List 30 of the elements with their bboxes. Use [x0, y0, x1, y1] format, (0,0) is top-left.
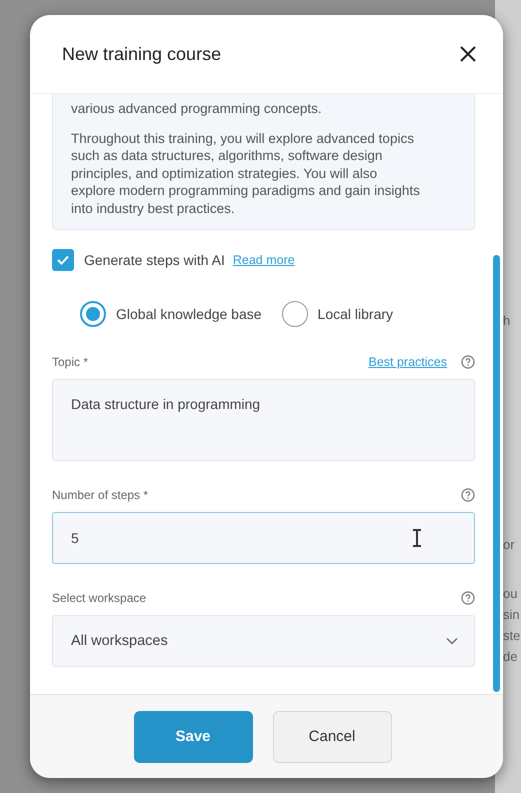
- background-text: de: [503, 649, 518, 664]
- field-label: Topic *: [52, 355, 88, 369]
- background-text: or: [503, 537, 515, 552]
- field-label: Number of steps *: [52, 488, 148, 502]
- text-cursor-icon: [412, 529, 422, 547]
- radio-label: Local library: [318, 306, 394, 322]
- radio-label: Global knowledge base: [116, 306, 262, 322]
- close-icon: [459, 45, 477, 63]
- field-label: Select workspace: [52, 591, 146, 605]
- background-text: ste: [503, 628, 520, 643]
- help-icon: [461, 591, 475, 605]
- scrollbar[interactable]: [493, 255, 500, 692]
- chevron-down-icon: [446, 637, 458, 645]
- checkbox-label: Generate steps with AI: [84, 252, 225, 268]
- background-text: ou: [503, 586, 518, 601]
- topic-field[interactable]: Data structure in programming: [52, 379, 475, 461]
- background-text: sin: [503, 607, 520, 622]
- background-text: h: [503, 313, 510, 328]
- description-text: various advanced programming concepts.: [71, 100, 323, 118]
- radio-button[interactable]: [80, 301, 106, 327]
- help-icon: [461, 488, 475, 502]
- help-icon: [461, 355, 475, 369]
- cancel-button[interactable]: Cancel: [272, 710, 392, 762]
- workspace-dropdown[interactable]: All workspaces: [52, 615, 475, 667]
- description-text: Throughout this training, you will explore advanced topics such as data structures, algorithms, software design principles, and optimization strategies. You will also explore modern programming paradigms and gain insights into industry best practices.: [71, 130, 421, 217]
- radio-button[interactable]: [282, 301, 308, 327]
- dialog-title: New training course: [62, 44, 222, 64]
- checkbox[interactable]: [52, 249, 74, 271]
- steps-field[interactable]: 5: [52, 512, 475, 564]
- check-icon: [56, 253, 70, 267]
